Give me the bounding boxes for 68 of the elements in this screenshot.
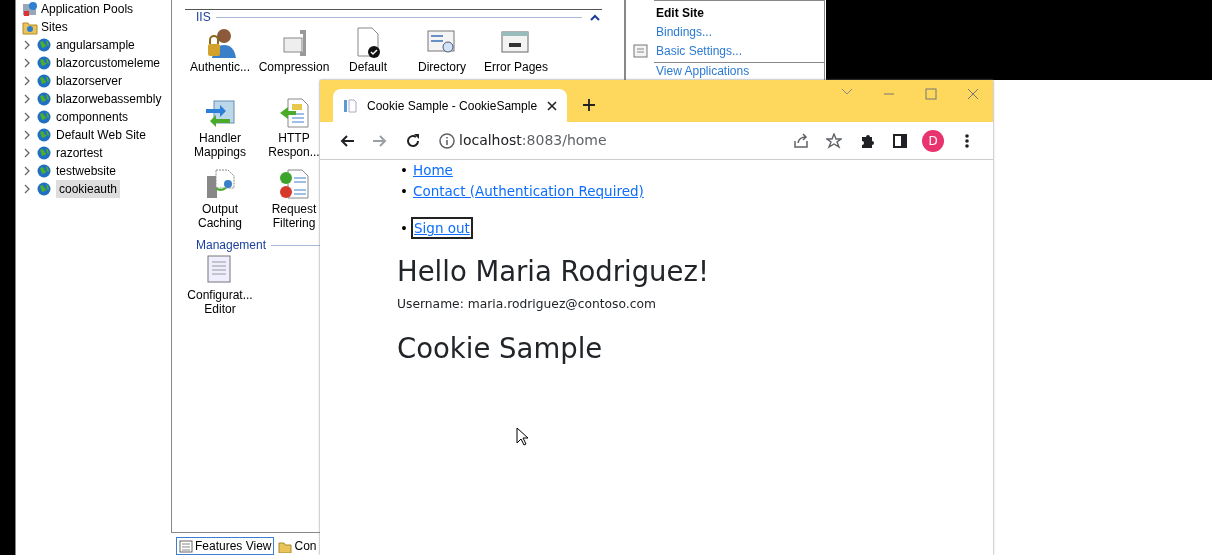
feature-label[interactable]: Handler Mappings (194, 131, 246, 159)
nav-link[interactable]: Contact (Authentication Required) (413, 183, 644, 199)
globe-icon (37, 37, 52, 53)
pools-icon (22, 1, 38, 17)
tree-item[interactable]: Application Pools (41, 0, 134, 18)
nav-link[interactable]: Home (413, 162, 453, 178)
action-link[interactable]: Basic Settings... (656, 44, 743, 59)
action-link[interactable]: View Applications (656, 64, 824, 79)
menu-icon[interactable] (964, 132, 969, 149)
feature-label[interactable]: Default (349, 60, 387, 74)
section-heading: Edit Site (656, 6, 705, 21)
tree-item[interactable]: razortest (56, 144, 103, 162)
collapse-icon[interactable] (590, 13, 600, 22)
settings-icon (633, 44, 648, 59)
feature-label[interactable]: Error Pages (484, 60, 548, 74)
page-heading: Hello Maria Rodriguez! (397, 255, 710, 288)
group-heading: IIS (196, 10, 211, 25)
folder-icon (22, 19, 38, 35)
feature-label[interactable]: Output Caching (198, 202, 242, 230)
address-bar[interactable]: localhost:8083/home (459, 130, 784, 151)
share-icon[interactable] (792, 132, 809, 149)
tree-item[interactable]: Default Web Site (56, 126, 146, 144)
bullet: • (400, 182, 409, 201)
globe-icon (37, 181, 52, 197)
mouse-pointer-icon (516, 427, 528, 446)
new-tab-icon[interactable] (582, 98, 597, 112)
feature-label[interactable]: Authentic... (189, 60, 250, 74)
star-icon[interactable] (825, 132, 842, 149)
globe-icon (37, 73, 52, 89)
bullet: • (400, 219, 409, 238)
tree-item[interactable]: blazorwebassembly (56, 90, 162, 108)
globe-icon (37, 91, 52, 107)
close-icon[interactable] (547, 100, 558, 111)
globe-icon (37, 109, 52, 125)
tree-item[interactable]: angularsample (56, 36, 135, 54)
back-icon[interactable] (338, 132, 355, 149)
feature-label[interactable]: Request Filtering (271, 202, 317, 230)
browser-tab[interactable]: Cookie Sample - CookieSample (333, 89, 568, 122)
tree-item[interactable]: testwebsite (56, 162, 117, 180)
tab-icon (278, 539, 293, 553)
page-title: Cookie Sample (397, 332, 604, 366)
globe-icon (37, 145, 52, 161)
username-text: Username: maria.rodriguez@contoso.com (397, 296, 657, 313)
tab-icon (179, 539, 193, 553)
side-panel-icon[interactable] (891, 132, 908, 149)
action-link[interactable]: Bindings... (656, 25, 713, 40)
bullet: • (400, 161, 409, 180)
feature-label[interactable]: HTTP Respon... (268, 131, 320, 159)
feature-label[interactable]: Compression (258, 60, 330, 74)
view-tab[interactable]: Features View (176, 537, 275, 555)
view-tab[interactable]: Con (275, 537, 318, 555)
nav-link[interactable]: Sign out (413, 219, 471, 237)
tree-item[interactable]: cookieauth (56, 180, 121, 198)
chevron-down-icon[interactable] (841, 88, 853, 96)
reload-icon[interactable] (404, 132, 421, 149)
globe-icon (37, 163, 52, 179)
tree-item[interactable]: componnents (56, 108, 129, 126)
feature-label[interactable]: Configurat... Editor (187, 288, 253, 316)
info-icon[interactable] (439, 132, 455, 149)
profile-avatar[interactable]: D (922, 129, 944, 152)
tree-item[interactable]: blazorcustomeleme (56, 54, 161, 72)
tree-item[interactable]: Sites (41, 18, 68, 36)
feature-label[interactable]: Directory (418, 60, 466, 74)
tree-item[interactable]: blazorserver (56, 72, 123, 90)
globe-icon (37, 55, 52, 71)
globe-icon (37, 127, 52, 143)
group-heading: Management (196, 238, 267, 253)
page-icon (343, 97, 357, 114)
